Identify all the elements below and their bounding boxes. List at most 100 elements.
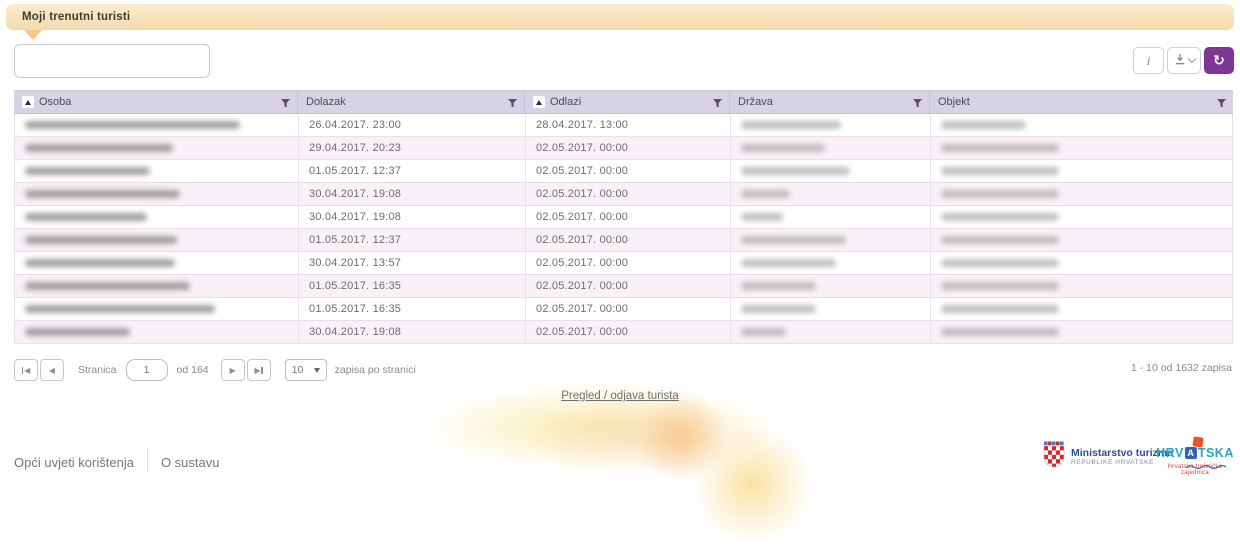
bar-icon [22,367,24,374]
page-size-select[interactable]: 10 [285,359,327,381]
redacted-person [25,305,215,313]
cell-osoba[interactable] [15,321,299,343]
redacted-country [741,144,825,152]
decorative-circle [692,424,812,544]
cell-drzava[interactable] [731,114,931,136]
table-row: 01.05.2017. 16:35 02.05.2017. 00:00 [15,298,1232,321]
cell-odlazi: 02.05.2017. 00:00 [526,275,731,297]
page-label: Stranica [78,364,117,376]
filter-icon[interactable] [712,98,723,112]
column-label: Objekt [938,96,970,108]
refresh-button[interactable]: ↻ [1204,47,1234,74]
cell-objekt[interactable] [931,137,1232,159]
cell-objekt[interactable] [931,114,1232,136]
cell-dolazak: 01.05.2017. 12:37 [299,160,526,182]
sort-asc-icon [22,96,34,108]
redacted-person [25,190,180,198]
cell-drzava[interactable] [731,137,931,159]
search-input[interactable] [14,44,210,78]
redacted-country [741,305,816,313]
first-page-icon: ◀ [24,366,30,375]
filter-icon[interactable] [1216,98,1227,112]
cell-objekt[interactable] [931,252,1232,274]
next-page-icon: ▶ [230,366,236,375]
redacted-object [941,282,1059,290]
cell-objekt[interactable] [931,298,1232,320]
cell-drzava[interactable] [731,183,931,205]
redacted-object [941,259,1059,267]
about-link[interactable]: O sustavu [161,455,220,470]
column-header-odlazi[interactable]: Odlazi [525,91,730,113]
footer-links: Opći uvjeti korištenja O sustavu [14,449,219,475]
checkout-tourists-link[interactable]: Pregled / odjava turista [561,390,679,402]
cell-drzava[interactable] [731,298,931,320]
page-number-input[interactable] [126,359,168,381]
next-page-button[interactable]: ▶ [221,359,245,381]
info-button[interactable]: i [1133,47,1164,74]
column-header-objekt[interactable]: Objekt [930,91,1233,113]
column-header-drzava[interactable]: Država [730,91,930,113]
cell-objekt[interactable] [931,183,1232,205]
previous-page-button[interactable]: ◀ [40,359,64,381]
cell-drzava[interactable] [731,229,931,251]
cell-objekt[interactable] [931,321,1232,343]
filter-icon[interactable] [912,98,923,112]
redacted-object [941,144,1059,152]
cell-objekt[interactable] [931,275,1232,297]
table-row: 01.05.2017. 12:37 02.05.2017. 00:00 [15,160,1232,183]
redacted-person [25,259,175,267]
active-tab-title[interactable]: Moji trenutni turisti [22,4,130,30]
cell-dolazak: 30.04.2017. 19:08 [299,206,526,228]
cell-osoba[interactable] [15,229,299,251]
cell-osoba[interactable] [15,114,299,136]
column-header-dolazak[interactable]: Dolazak [298,91,525,113]
export-button[interactable] [1167,47,1201,74]
cell-objekt[interactable] [931,206,1232,228]
cell-osoba[interactable] [15,206,299,228]
cell-osoba[interactable] [15,252,299,274]
cell-drzava[interactable] [731,206,931,228]
htz-hrv: HRV [1156,446,1184,460]
cell-drzava[interactable] [731,252,931,274]
cell-odlazi: 02.05.2017. 00:00 [526,137,731,159]
cell-drzava[interactable] [731,160,931,182]
cell-drzava[interactable] [731,321,931,343]
terms-link[interactable]: Opći uvjeti korištenja [14,455,134,470]
cell-odlazi: 02.05.2017. 00:00 [526,321,731,343]
cell-drzava[interactable] [731,275,931,297]
cell-odlazi: 02.05.2017. 00:00 [526,160,731,182]
cell-osoba[interactable] [15,137,299,159]
cell-osoba[interactable] [15,160,299,182]
htz-tagline: Hrvatska turistička zajednica [1156,464,1234,476]
redacted-country [741,121,841,129]
cell-odlazi: 02.05.2017. 00:00 [526,252,731,274]
ministry-logo: Ministarstvo turizma REPUBLIKE HRVATSKE [1043,441,1173,473]
last-page-button[interactable]: ▶ [247,359,271,381]
first-page-button[interactable]: ◀ [14,359,38,381]
cell-odlazi: 02.05.2017. 00:00 [526,206,731,228]
redacted-person [25,144,173,152]
cell-objekt[interactable] [931,229,1232,251]
filter-icon[interactable] [280,98,291,112]
redacted-person [25,236,177,244]
redacted-person [25,328,130,336]
column-header-osoba[interactable]: Osoba [14,91,298,113]
cell-dolazak: 30.04.2017. 19:08 [299,321,526,343]
redacted-country [741,259,836,267]
previous-page-icon: ◀ [49,366,55,375]
redacted-person [25,121,240,129]
redacted-person [25,282,190,290]
redacted-country [741,190,790,198]
cell-osoba[interactable] [15,275,299,297]
column-label: Dolazak [306,96,346,108]
action-link-wrap: Pregled / odjava turista [0,386,1240,404]
pagination-bar: ◀ ◀ Stranica od 164 ▶ ▶ 10 zapisa po str… [14,357,416,383]
cell-osoba[interactable] [15,298,299,320]
cell-osoba[interactable] [15,183,299,205]
cell-objekt[interactable] [931,160,1232,182]
redacted-object [941,328,1059,336]
filter-icon[interactable] [507,98,518,112]
redacted-country [741,167,850,175]
cell-dolazak: 26.04.2017. 23:00 [299,114,526,136]
column-label: Osoba [39,96,71,108]
